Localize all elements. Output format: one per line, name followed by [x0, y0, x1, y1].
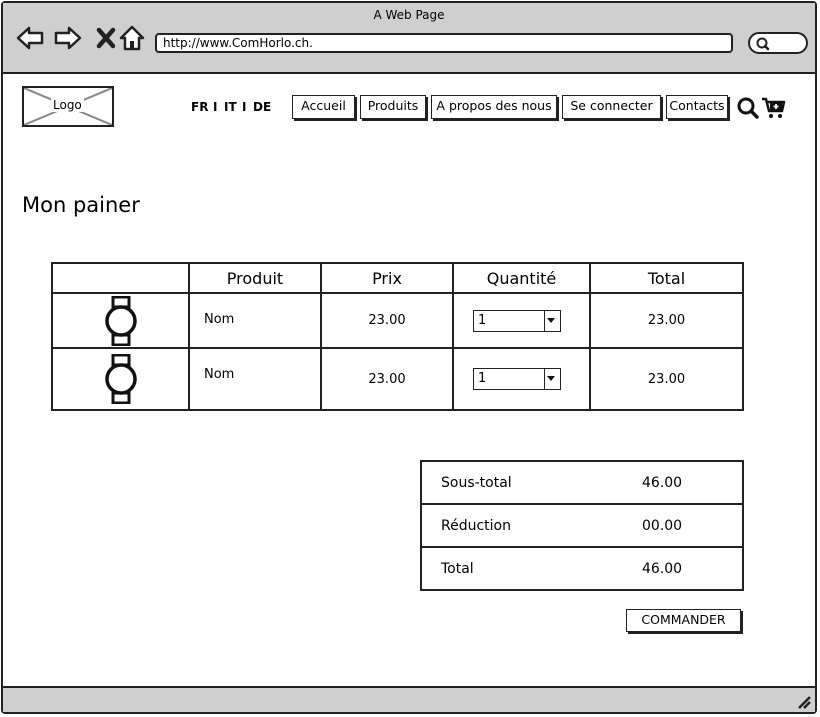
browser-toolbar: A Web Page http://www.ComHorlo.ch.	[3, 3, 815, 74]
subtotal-value: 46.00	[582, 460, 743, 505]
quantity-select[interactable]: 1	[473, 368, 561, 390]
forward-arrow-icon[interactable]	[53, 23, 83, 53]
language-fr-link[interactable]: FR	[191, 100, 208, 114]
column-header-image	[51, 262, 190, 294]
quantity-cell: 1	[452, 292, 591, 349]
subtotal-label: Sous-total	[421, 460, 582, 505]
nav-produits-button[interactable]: Produits	[360, 95, 426, 119]
language-it-link[interactable]: IT	[224, 100, 237, 114]
chevron-down-icon[interactable]	[544, 310, 560, 331]
nav-contacts-button[interactable]: Contacts	[666, 95, 728, 119]
watch-icon	[104, 353, 137, 405]
watch-icon	[104, 295, 137, 346]
total-value: 46.00	[582, 546, 743, 591]
product-price: 23.00	[320, 347, 454, 411]
chevron-down-icon[interactable]	[544, 369, 560, 389]
window-title: A Web Page	[373, 8, 445, 22]
summary-row-subtotal: Sous-total 46.00	[421, 460, 743, 505]
logo-label: Logo	[51, 98, 84, 112]
quantity-select[interactable]: 1	[473, 309, 561, 332]
table-row: Nom 23.00 1 23.00	[51, 347, 744, 411]
resize-handle-icon[interactable]	[795, 693, 811, 709]
back-arrow-icon[interactable]	[15, 23, 45, 53]
product-image-cell	[51, 292, 190, 349]
column-header-total: Total	[589, 262, 744, 294]
nav-accueil-button[interactable]: Accueil	[292, 95, 355, 119]
nav-about-button[interactable]: A propos des nous	[431, 95, 557, 119]
search-icon	[756, 37, 770, 51]
add-to-cart-icon[interactable]	[761, 96, 787, 120]
language-separator: I	[213, 100, 218, 114]
column-header-product: Produit	[188, 262, 322, 294]
summary-row-discount: Réduction 00.00	[421, 503, 743, 548]
product-price: 23.00	[320, 292, 454, 349]
summary-row-total: Total 46.00	[421, 546, 743, 591]
browser-search-field[interactable]	[748, 32, 808, 54]
table-row: Nom 23.00 1 23.00	[51, 292, 744, 349]
status-bar	[3, 686, 815, 712]
home-icon[interactable]	[117, 23, 147, 53]
quantity-cell: 1	[452, 347, 591, 411]
nav-login-button[interactable]: Se connecter	[562, 95, 661, 119]
quantity-value: 1	[478, 312, 487, 328]
logo[interactable]: Logo	[22, 86, 114, 127]
total-label: Total	[421, 546, 582, 591]
column-header-quantity: Quantité	[452, 262, 591, 294]
product-total: 23.00	[589, 347, 744, 411]
discount-label: Réduction	[421, 503, 582, 548]
discount-value: 00.00	[582, 503, 743, 548]
table-header-row: Produit Prix Quantité Total	[51, 262, 744, 294]
search-icon[interactable]	[736, 96, 760, 120]
language-de-link[interactable]: DE	[253, 100, 271, 114]
order-summary: Sous-total 46.00 Réduction 00.00 Total 4…	[420, 460, 744, 591]
product-image-cell	[51, 347, 190, 411]
order-button[interactable]: COMMANDER	[626, 609, 741, 632]
column-header-price: Prix	[320, 262, 454, 294]
language-separator: I	[242, 100, 247, 114]
quantity-value: 1	[478, 371, 487, 386]
cart-table: Produit Prix Quantité Total Nom 23.00 1	[51, 262, 744, 411]
product-total: 23.00	[589, 292, 744, 349]
address-bar[interactable]: http://www.ComHorlo.ch.	[155, 33, 733, 53]
product-name: Nom	[188, 347, 322, 411]
product-name: Nom	[188, 292, 322, 349]
page-title: Mon painer	[22, 193, 140, 217]
